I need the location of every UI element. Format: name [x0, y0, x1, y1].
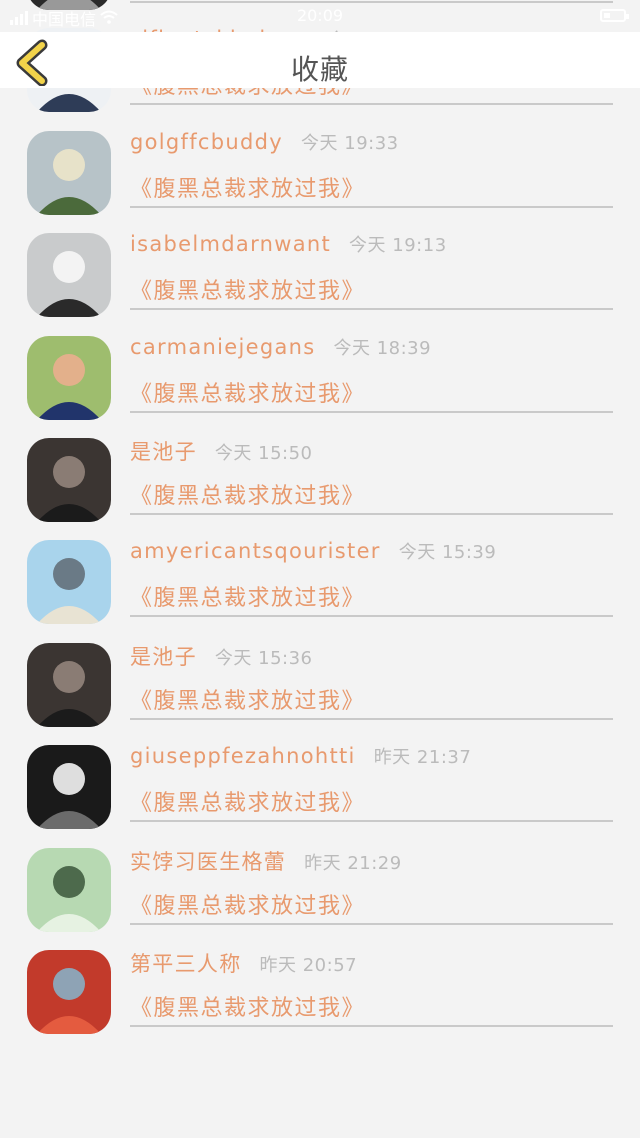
app-header: 收藏 — [0, 32, 640, 88]
divider — [130, 615, 613, 618]
username[interactable]: amyericantsqourister — [130, 539, 381, 563]
timestamp: 今天 18:39 — [333, 337, 432, 359]
username[interactable]: giuseppfezahnohtti — [130, 744, 356, 768]
timestamp: 今天 15:36 — [214, 647, 313, 669]
divider — [130, 717, 613, 720]
divider — [130, 410, 613, 413]
favorite-item[interactable]: 是池子 今天 15:50 《腹黑总裁求放过我》 — [0, 426, 640, 528]
username[interactable]: 实饽习医生格蕾 — [130, 850, 286, 874]
timestamp: 昨天 20:57 — [259, 955, 358, 976]
avatar[interactable] — [27, 438, 111, 522]
avatar[interactable] — [27, 540, 111, 625]
timestamp: 今天 15:50 — [214, 443, 313, 464]
username[interactable]: golgffcbuddy — [130, 130, 283, 154]
username[interactable]: carmaniejegans — [130, 335, 315, 359]
book-title[interactable]: 《腹黑总裁求放过我》 — [130, 683, 365, 715]
avatar[interactable] — [27, 745, 111, 830]
book-title[interactable]: 《腹黑总裁求放过我》 — [130, 580, 365, 612]
divider — [130, 1, 613, 3]
avatar[interactable] — [27, 950, 111, 1034]
book-title[interactable]: 《腹黑总裁求放过我》 — [130, 171, 365, 203]
favorite-item[interactable]: isabelmdarnwant 今天 19:13 《腹黑总裁求放过我》 — [0, 221, 640, 323]
favorite-item[interactable]: carmaniejegans 今天 18:39 《腹黑总裁求放过我》 — [0, 324, 640, 426]
username[interactable]: 第平三人称 — [130, 952, 242, 976]
avatar[interactable] — [27, 233, 111, 318]
avatar[interactable] — [27, 0, 111, 10]
page-title: 收藏 — [290, 53, 349, 86]
username[interactable]: isabelmdarnwant — [130, 232, 331, 256]
username[interactable]: 是池子 — [130, 645, 197, 669]
timestamp: 昨天 21:37 — [373, 747, 472, 769]
divider — [130, 205, 613, 208]
divider — [130, 1025, 613, 1027]
favorite-item[interactable]: golgffcbuddy 今天 19:33 《腹黑总裁求放过我》 — [0, 119, 640, 221]
timestamp: 今天 15:39 — [398, 542, 497, 564]
book-title[interactable]: 《腹黑总裁求放过我》 — [130, 785, 365, 817]
favorite-item[interactable]: 第平三人称 昨天 20:57 《腹黑总裁求放过我》 — [0, 938, 640, 1040]
book-title[interactable]: 《腹黑总裁求放过我》 — [130, 273, 365, 305]
avatar[interactable] — [27, 130, 111, 215]
book-title[interactable]: 《腹黑总裁求放过我》 — [130, 376, 365, 408]
divider — [130, 922, 613, 925]
favorite-item[interactable]: 实饽习医生格蕾 昨天 21:29 《腹黑总裁求放过我》 — [0, 836, 640, 938]
avatar[interactable] — [27, 335, 111, 420]
divider — [130, 103, 613, 106]
avatar[interactable] — [27, 847, 111, 932]
divider — [130, 513, 613, 515]
favorite-item[interactable]: amyericantsqourister 今天 15:39 《腹黑总裁求放过我》 — [0, 528, 640, 630]
avatar[interactable] — [27, 642, 111, 727]
favorite-item[interactable]: 《腹黑总裁求放过我》 — [0, 0, 640, 16]
divider — [130, 308, 613, 311]
favorite-item[interactable]: 是池子 今天 15:36 《腹黑总裁求放过我》 — [0, 631, 640, 733]
book-title[interactable]: 《腹黑总裁求放过我》 — [130, 990, 365, 1022]
timestamp: 今天 19:13 — [349, 235, 447, 257]
timestamp: 今天 19:33 — [301, 132, 399, 154]
favorite-item[interactable]: giuseppfezahnohtti 昨天 21:37 《腹黑总裁求放过我》 — [0, 733, 640, 835]
username[interactable]: 是池子 — [130, 440, 197, 464]
book-title[interactable]: 《腹黑总裁求放过我》 — [130, 888, 365, 920]
divider — [130, 820, 613, 823]
timestamp: 昨天 21:29 — [304, 852, 402, 874]
book-title[interactable]: 《腹黑总裁求放过我》 — [130, 478, 365, 510]
